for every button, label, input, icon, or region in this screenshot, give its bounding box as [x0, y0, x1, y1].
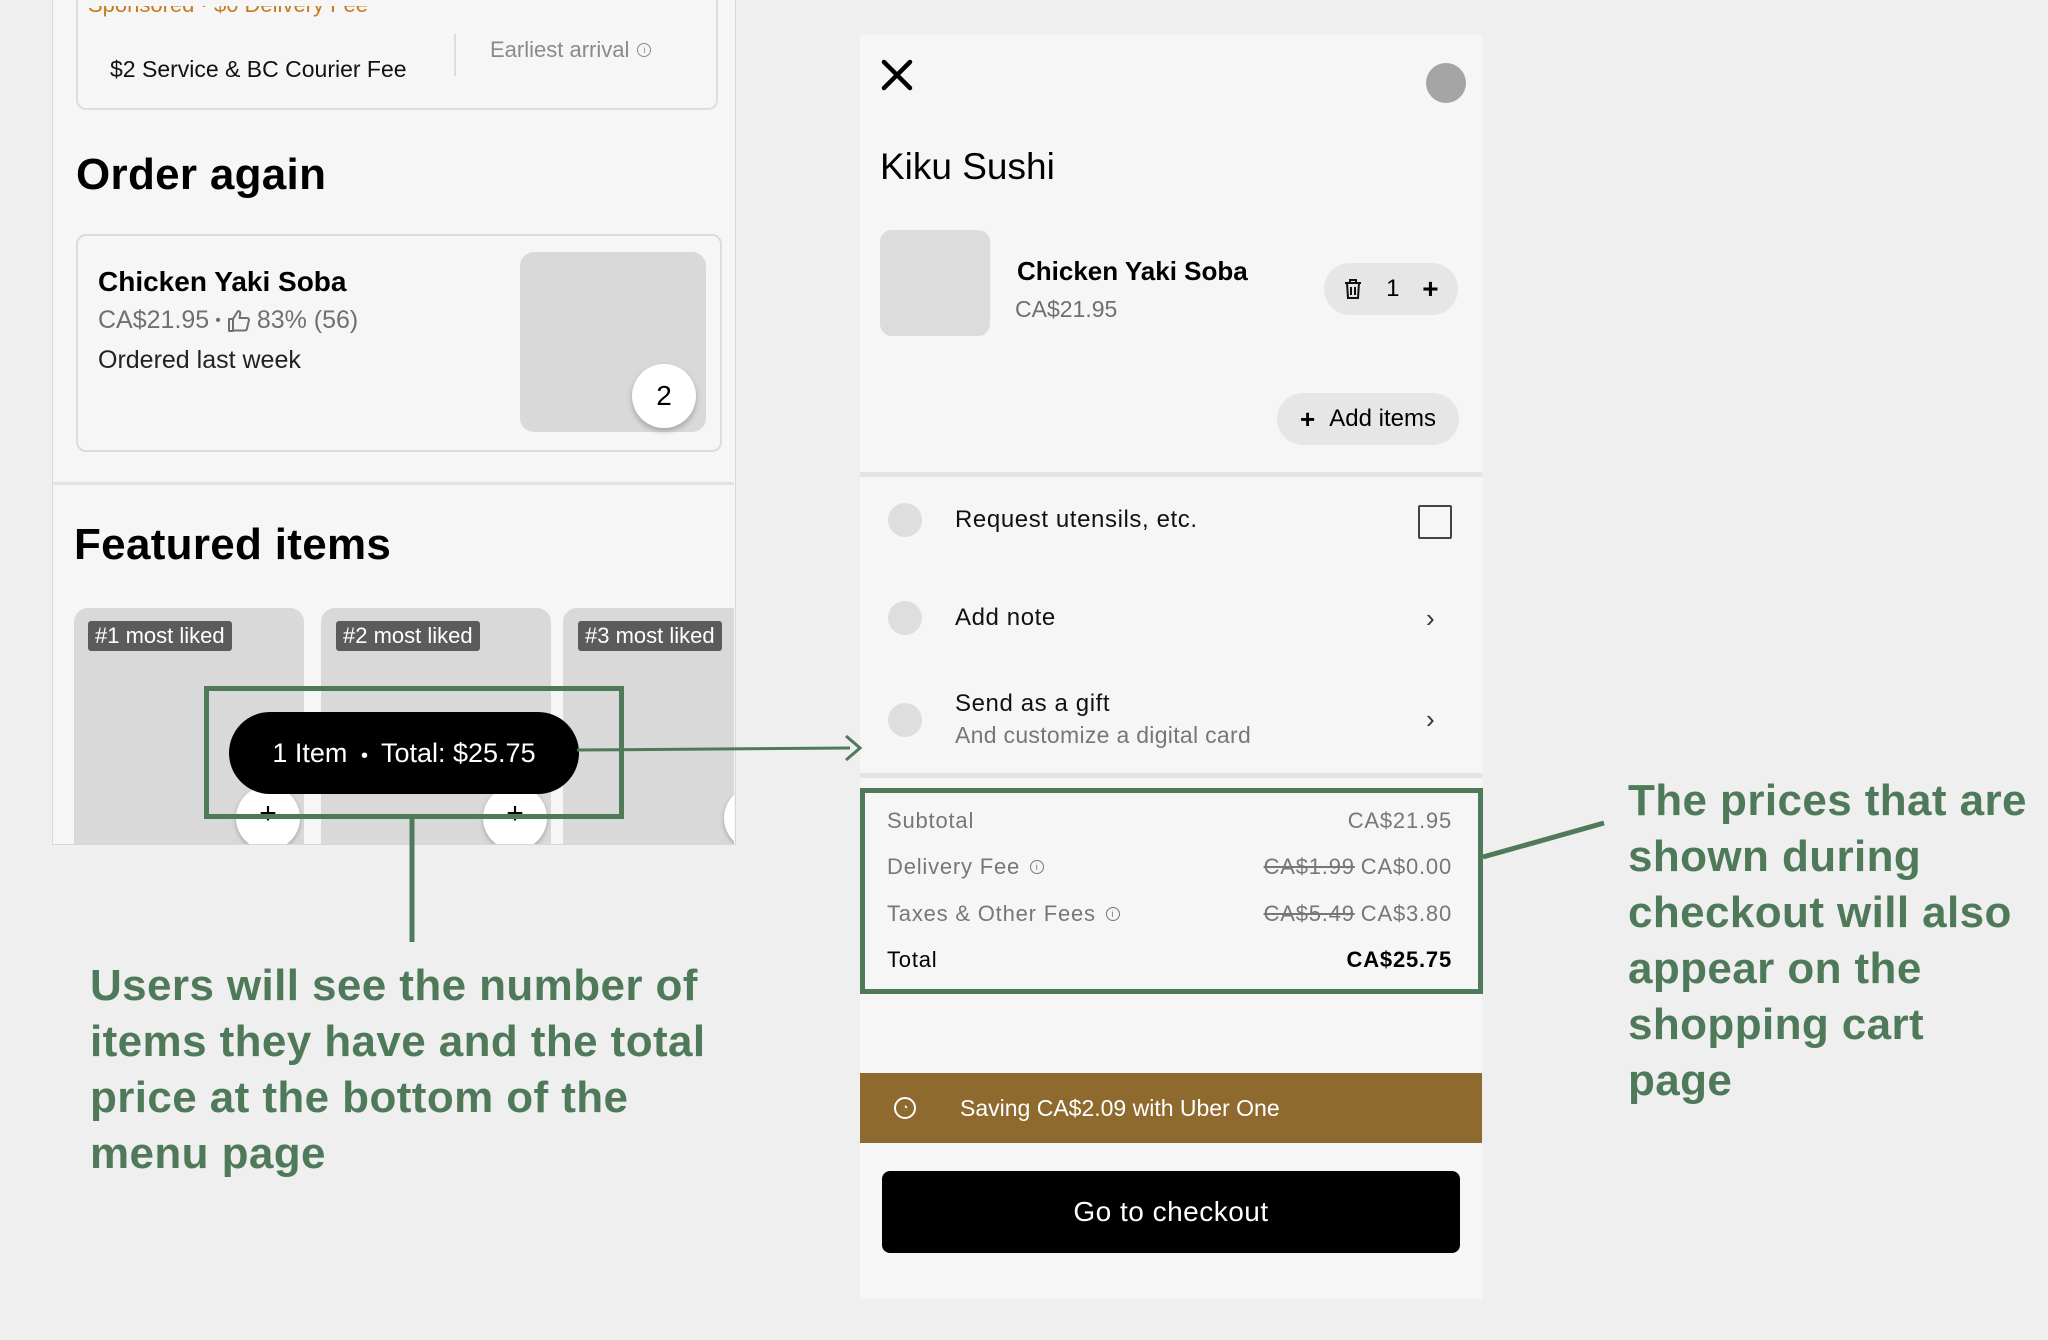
cart-page-annotation: The prices that are shown during checkou… [1628, 776, 2027, 1105]
menu-page-annotation: Users will see the number of items they … [90, 961, 706, 1178]
